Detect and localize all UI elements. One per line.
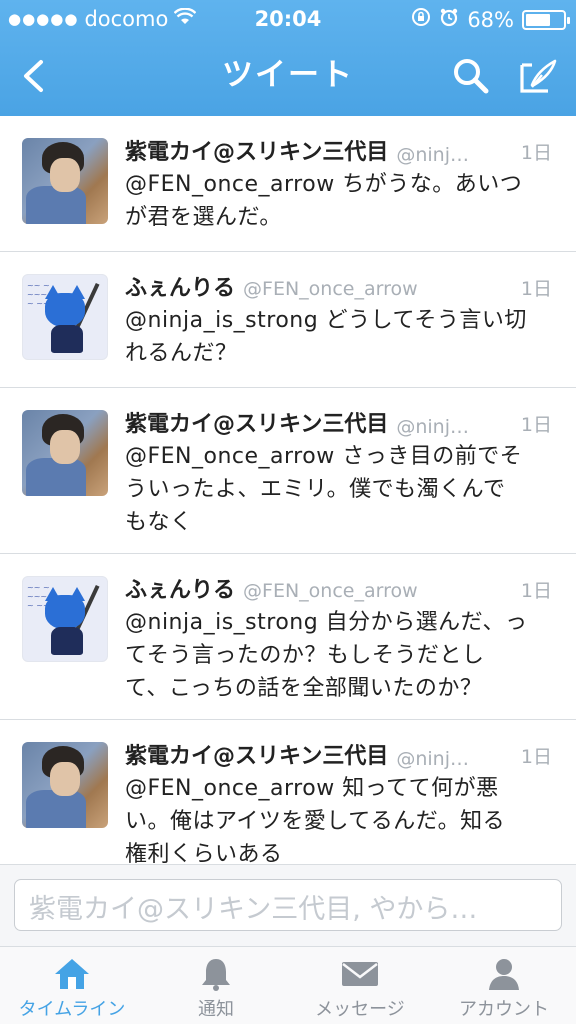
reply-input[interactable]: 紫電カイ@スリキン三代目, やから… <box>14 879 562 931</box>
avatar[interactable]: ~~ ~ ~~~ ~ ~~ <box>22 576 108 662</box>
tweet-text-line: @ninja_is_strong 自分から選んだ、っ <box>125 610 528 635</box>
tweet-text-line: て、こっちの話を全部聞いたのか？ <box>125 676 483 701</box>
user-handle: @FEN_once_arrow <box>243 278 418 300</box>
tweet-text-line: い。俺はアイツを愛してるんだ。知る <box>125 809 506 834</box>
search-icon <box>454 59 489 94</box>
search-button[interactable] <box>445 50 497 102</box>
display-name[interactable]: ふぇんりる <box>125 276 235 301</box>
tweet-time: 1日 <box>520 414 552 436</box>
envelope-icon <box>340 955 380 993</box>
tab-bar: タイムライン 通知 メッセージ アカウント <box>0 946 576 1024</box>
tweet-text-line: @FEN_once_arrow ちがうな。あいつ <box>125 172 523 197</box>
compose-button[interactable] <box>512 50 564 102</box>
display-name[interactable]: 紫電カイ@スリキン三代目 <box>125 744 388 769</box>
tweet-text-line: ういったよ、エミリ。僕でも濁くんで <box>125 477 506 502</box>
tweet-text-line: れるんだ？ <box>125 341 238 366</box>
tweet-timeline[interactable]: 紫電カイ@スリキン三代目 @ninj… 1日 @FEN_once_arrow ちが… <box>0 116 576 864</box>
tweet-header: ふぇんりる @FEN_once_arrow <box>125 270 554 304</box>
tab-label: アカウント <box>459 999 549 1020</box>
tweet-time: 1日 <box>520 142 552 164</box>
tweet-item[interactable]: 紫電カイ@スリキン三代目 @ninj… 1日 @FEN_once_arrow さっ… <box>0 388 576 554</box>
rotation-lock-icon <box>411 7 431 32</box>
tweet-text-line: が君を選んだ。 <box>125 205 282 230</box>
tweet-text-line: @FEN_once_arrow さっき目の前でそ <box>125 444 523 469</box>
battery-icon <box>522 9 570 30</box>
tweet-time: 1日 <box>520 746 552 768</box>
tweet-header: 紫電カイ@スリキン三代目 @ninj… <box>125 738 554 772</box>
user-handle: @ninj… <box>396 144 469 166</box>
tab-timeline[interactable]: タイムライン <box>0 947 144 1024</box>
alarm-icon <box>439 7 459 32</box>
avatar[interactable]: ~~ ~ ~~~ ~ ~~ <box>22 274 108 360</box>
tab-label: タイムライン <box>18 999 126 1020</box>
user-handle: @ninj… <box>396 748 469 770</box>
tab-label: メッセージ <box>315 999 405 1020</box>
avatar[interactable] <box>22 742 108 828</box>
user-handle: @FEN_once_arrow <box>243 580 418 602</box>
tweet-item[interactable]: 紫電カイ@スリキン三代目 @ninj… 1日 @FEN_once_arrow ちが… <box>0 116 576 252</box>
reply-bar: 紫電カイ@スリキン三代目, やから… <box>0 864 576 946</box>
avatar[interactable] <box>22 410 108 496</box>
tweet-text: @FEN_once_arrow さっき目の前でそ ういったよ、エミリ。僕でも濁く… <box>125 440 554 539</box>
battery-percent: 68% <box>467 7 514 32</box>
tweet-text-line: @ninja_is_strong どうしてそう言い切 <box>125 308 527 333</box>
tweet-text: @ninja_is_strong どうしてそう言い切 れるんだ？ <box>125 304 554 370</box>
display-name[interactable]: ふぇんりる <box>125 578 235 603</box>
bell-icon <box>196 955 236 993</box>
tab-label: 通知 <box>198 999 234 1020</box>
nav-bar: ツイート <box>0 42 576 112</box>
home-icon <box>52 955 92 993</box>
tweet-text-line: @FEN_once_arrow 知ってて何が悪 <box>125 776 499 801</box>
user-handle: @ninj… <box>396 416 469 438</box>
battery-fill <box>526 13 551 26</box>
app-header: ●●●●● docomo 20:04 68% ツイート <box>0 0 576 116</box>
tweet-item[interactable]: ~~ ~ ~~~ ~ ~~ ふぇんりる @FEN_once_arrow 1日 @nin… <box>0 252 576 388</box>
tweet-text-line: てそう言ったのか？もしそうだとし <box>125 643 485 668</box>
display-name[interactable]: 紫電カイ@スリキン三代目 <box>125 140 388 165</box>
person-icon <box>484 955 524 993</box>
tweet-header: 紫電カイ@スリキン三代目 @ninj… <box>125 406 554 440</box>
tweet-time: 1日 <box>520 278 552 300</box>
tweet-text: @FEN_once_arrow ちがうな。あいつ が君を選んだ。 <box>125 168 554 234</box>
status-bar: ●●●●● docomo 20:04 68% <box>0 0 576 38</box>
tweet-header: ふぇんりる @FEN_once_arrow <box>125 572 554 606</box>
status-right: 68% <box>411 7 570 32</box>
compose-icon <box>520 59 557 93</box>
chevron-left-icon <box>24 60 43 92</box>
tweet-item[interactable]: ~~ ~ ~~~ ~ ~~ ふぇんりる @FEN_once_arrow 1日 @nin… <box>0 554 576 720</box>
tweet-item[interactable]: 紫電カイ@スリキン三代目 @ninj… 1日 @FEN_once_arrow 知っ… <box>0 720 576 864</box>
tweet-header: 紫電カイ@スリキン三代目 @ninj… <box>125 134 554 168</box>
back-button[interactable] <box>8 48 58 104</box>
display-name[interactable]: 紫電カイ@スリキン三代目 <box>125 412 388 437</box>
tab-messages[interactable]: メッセージ <box>288 947 432 1024</box>
tweet-text-line: 権利くらいある <box>125 842 283 864</box>
tweet-text: @ninja_is_strong 自分から選んだ、っ てそう言ったのか？もしそう… <box>125 606 554 705</box>
tab-notifications[interactable]: 通知 <box>144 947 288 1024</box>
avatar[interactable] <box>22 138 108 224</box>
tweet-text: @FEN_once_arrow 知ってて何が悪 い。俺はアイツを愛してるんだ。知… <box>125 772 554 864</box>
tab-account[interactable]: アカウント <box>432 947 576 1024</box>
tweet-time: 1日 <box>520 580 552 602</box>
tweet-text-line: もなく <box>125 510 193 535</box>
